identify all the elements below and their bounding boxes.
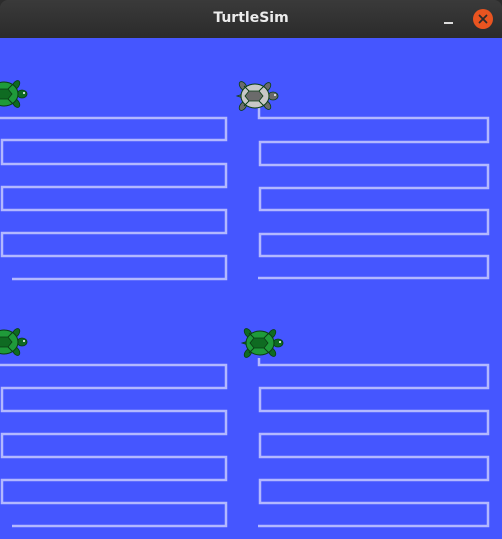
turtle-bottom-left bbox=[0, 325, 28, 359]
drawing-area bbox=[0, 77, 490, 528]
pen-path-top-right bbox=[257, 100, 490, 280]
turtle-top-right bbox=[236, 79, 279, 113]
turtle-icon bbox=[241, 326, 284, 360]
pen-path-bottom-left bbox=[0, 363, 228, 528]
turtle-icon bbox=[0, 325, 28, 359]
close-button[interactable] bbox=[473, 9, 493, 29]
title-bar[interactable]: TurtleSim bbox=[0, 0, 502, 38]
turtle-top-left bbox=[0, 77, 28, 111]
turtle-bottom-right bbox=[241, 326, 284, 360]
pen-path-top-left bbox=[0, 116, 228, 281]
pen-path-bottom-right bbox=[257, 358, 490, 528]
turtlesim-window: TurtleSim bbox=[0, 0, 502, 539]
window-title: TurtleSim bbox=[213, 10, 289, 26]
minimize-icon bbox=[444, 22, 453, 24]
turtle-canvas bbox=[0, 38, 502, 539]
minimize-button[interactable] bbox=[440, 10, 458, 28]
turtle-icon bbox=[0, 77, 28, 111]
close-icon bbox=[478, 14, 488, 24]
turtle-icon bbox=[236, 79, 279, 113]
